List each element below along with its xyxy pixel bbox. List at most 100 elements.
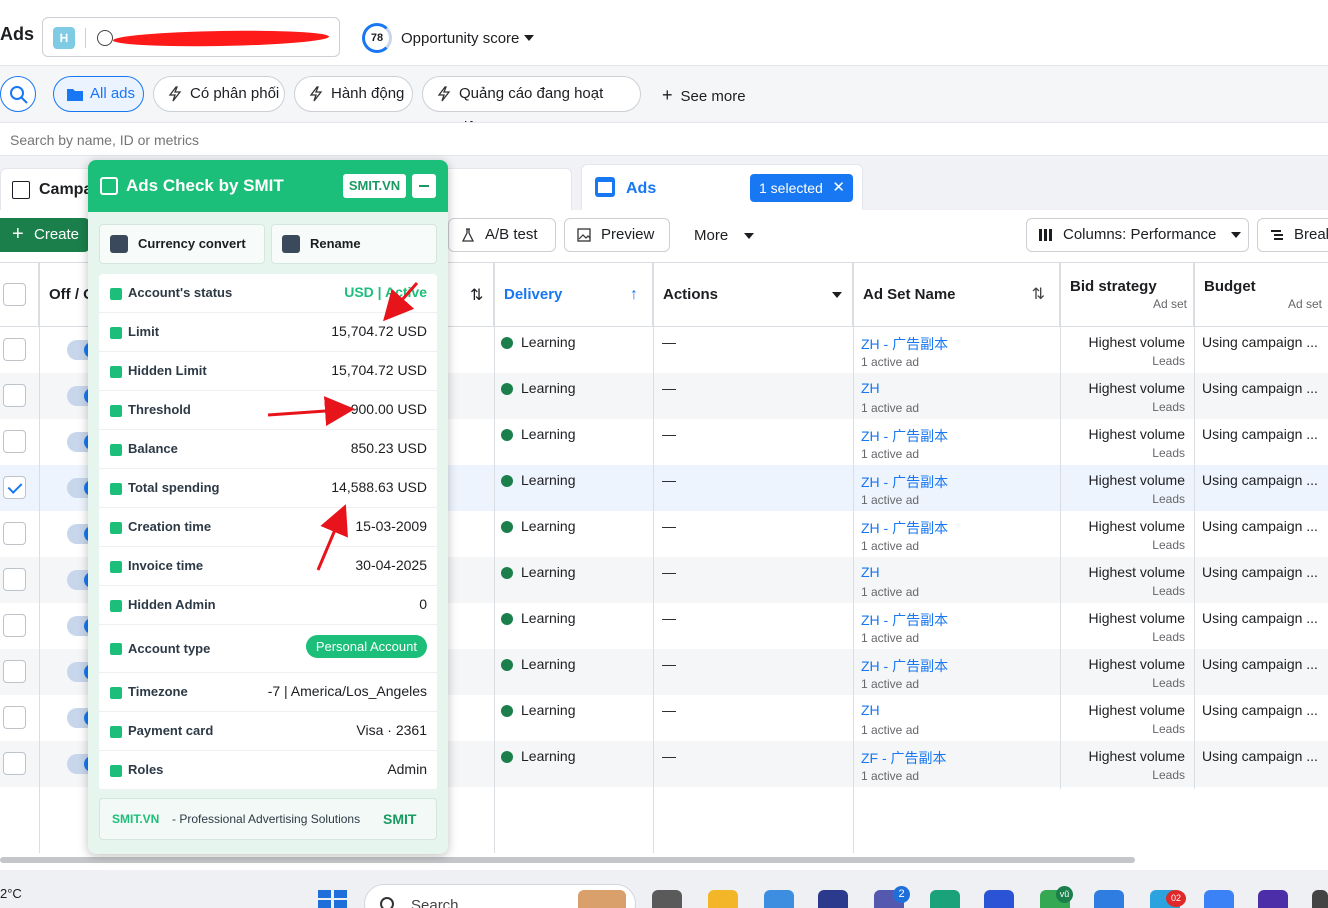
close-icon[interactable]: ✕ — [832, 174, 845, 202]
ad-set-link[interactable]: ZH — [861, 702, 880, 718]
header-delivery[interactable]: Delivery ↑ — [494, 263, 653, 327]
opportunity-score-ring[interactable]: 78 — [362, 23, 392, 53]
widget-icon[interactable] — [578, 890, 626, 908]
app-icon[interactable] — [1204, 890, 1234, 908]
actions-value: — — [662, 426, 676, 442]
bid-strategy-subtext: Leads — [1152, 446, 1185, 460]
file-explorer-icon[interactable] — [708, 890, 738, 908]
chip-hanh-dong[interactable]: Hành động — [294, 76, 413, 112]
ad-set-link[interactable]: ZH - 广告副本 — [861, 334, 948, 354]
header-budget[interactable]: Budget Ad set — [1194, 263, 1328, 327]
app-icon[interactable] — [1094, 890, 1124, 908]
budget-value: Using campaign ... — [1202, 748, 1318, 764]
app-icon[interactable] — [1258, 890, 1288, 908]
chip-quang-cao-dang-hoat-dong[interactable]: Quảng cáo đang hoạt động — [422, 76, 641, 136]
copilot-icon[interactable] — [764, 890, 794, 908]
ad-set-link[interactable]: ZH - 广告副本 — [861, 472, 948, 492]
status-dot — [501, 475, 513, 487]
bid-strategy-subtext: Leads — [1152, 768, 1185, 782]
sort-up-icon[interactable]: ↑ — [630, 263, 638, 327]
ab-test-button[interactable]: A/B test — [448, 218, 556, 252]
task-view-icon[interactable] — [652, 890, 682, 908]
app-icon[interactable] — [984, 890, 1014, 908]
info-value[interactable]: Personal Account — [305, 635, 427, 658]
weather-temperature[interactable]: 2°C — [0, 886, 22, 901]
info-key: Hidden Limit — [128, 363, 207, 378]
row-checkbox[interactable] — [3, 660, 26, 683]
account-info-row: Threshold 900.00 USD — [99, 391, 437, 430]
currency-convert-button[interactable]: Currency convert — [99, 224, 265, 264]
header-ad-set-name-label: Ad Set Name — [863, 286, 956, 303]
divider — [653, 263, 654, 853]
row-checkbox[interactable] — [3, 522, 26, 545]
selected-count-pill[interactable]: 1 selected ✕ — [750, 174, 853, 202]
info-value: 14,588.63 USD — [331, 479, 427, 495]
row-checkbox[interactable] — [3, 706, 26, 729]
info-icon — [110, 687, 122, 699]
create-button[interactable]: Create — [0, 217, 90, 252]
delivery-status: Learning — [521, 610, 576, 626]
account-selector[interactable]: H — [42, 17, 340, 57]
row-checkbox[interactable] — [3, 430, 26, 453]
app-icon[interactable] — [1312, 890, 1328, 908]
info-icon — [110, 600, 122, 612]
header-actions[interactable]: Actions — [653, 263, 853, 327]
bid-strategy-value: Highest volume — [1088, 334, 1186, 350]
account-info-row: Account type Personal Account — [99, 625, 437, 673]
preview-button[interactable]: Preview — [564, 218, 670, 252]
edge-icon[interactable] — [930, 890, 960, 908]
ad-set-link[interactable]: ZH - 广告副本 — [861, 610, 948, 630]
chevron-down-icon — [744, 233, 755, 240]
app-brand: Ads — [0, 24, 35, 44]
columns-button[interactable]: Columns: Performance — [1026, 218, 1249, 252]
row-checkbox[interactable] — [3, 338, 26, 361]
app-icon[interactable] — [818, 890, 848, 908]
row-checkbox[interactable] — [3, 476, 26, 499]
more-button[interactable]: More — [694, 227, 755, 244]
windows-start-icon[interactable] — [318, 890, 348, 908]
ad-set-link[interactable]: ZH — [861, 564, 880, 580]
header-ad-set-name[interactable]: Ad Set Name ⇅ — [853, 263, 1060, 327]
account-info-row: Timezone -7 | America/Los_Angeles — [99, 673, 437, 712]
chip-label: Có phân phối — [190, 85, 280, 102]
tab-ads[interactable]: Ads 1 selected ✕ — [581, 164, 863, 210]
breakdown-button[interactable]: Break — [1257, 218, 1328, 252]
info-value: 0 — [419, 596, 427, 612]
ad-set-link[interactable]: ZH - 广告副本 — [861, 656, 948, 676]
info-value: 15-03-2009 — [355, 518, 427, 534]
smit-footer: SMIT.VN - Professional Advertising Solut… — [99, 798, 437, 840]
smit-badge[interactable]: SMIT.VN — [343, 174, 406, 198]
header-bid-strategy[interactable]: Bid strategy Ad set — [1060, 263, 1194, 327]
select-all-checkbox[interactable] — [3, 283, 26, 306]
ad-set-link[interactable]: ZH - 广告副本 — [861, 426, 948, 446]
info-value: Admin — [387, 761, 427, 777]
chip-co-phan-phoi[interactable]: Có phân phối — [153, 76, 285, 112]
sort-icon[interactable]: ⇅ — [470, 285, 483, 305]
horizontal-scrollbar[interactable] — [0, 857, 1135, 863]
row-checkbox[interactable] — [3, 614, 26, 637]
row-checkbox[interactable] — [3, 752, 26, 775]
ad-set-subtext: 1 active ad — [861, 447, 920, 461]
lightning-icon — [168, 86, 182, 102]
budget-value: Using campaign ... — [1202, 380, 1318, 396]
search-button[interactable] — [0, 76, 36, 112]
sort-icon[interactable]: ⇅ — [1032, 263, 1045, 327]
info-key: Payment card — [128, 723, 214, 738]
minimize-button[interactable] — [412, 174, 436, 198]
chip-all-ads[interactable]: All ads — [53, 76, 144, 112]
opportunity-score-label[interactable]: Opportunity score — [401, 30, 519, 47]
bid-strategy-value: Highest volume — [1088, 610, 1186, 626]
search-input[interactable] — [0, 127, 1320, 153]
chevron-down-icon[interactable] — [524, 35, 534, 41]
rename-button[interactable]: Rename — [271, 224, 437, 264]
ad-set-link[interactable]: ZH - 广告副本 — [861, 518, 948, 538]
ad-set-link[interactable]: ZF - 广告副本 — [861, 748, 947, 768]
ad-set-link[interactable]: ZH — [861, 380, 880, 396]
see-more-button[interactable]: + See more — [662, 85, 746, 106]
ad-set-subtext: 1 active ad — [861, 769, 920, 783]
chevron-down-icon[interactable] — [832, 292, 842, 298]
row-checkbox[interactable] — [3, 384, 26, 407]
row-checkbox[interactable] — [3, 568, 26, 591]
top-bar: Ads H 78 Opportunity score — [0, 0, 1328, 66]
info-icon — [110, 726, 122, 738]
